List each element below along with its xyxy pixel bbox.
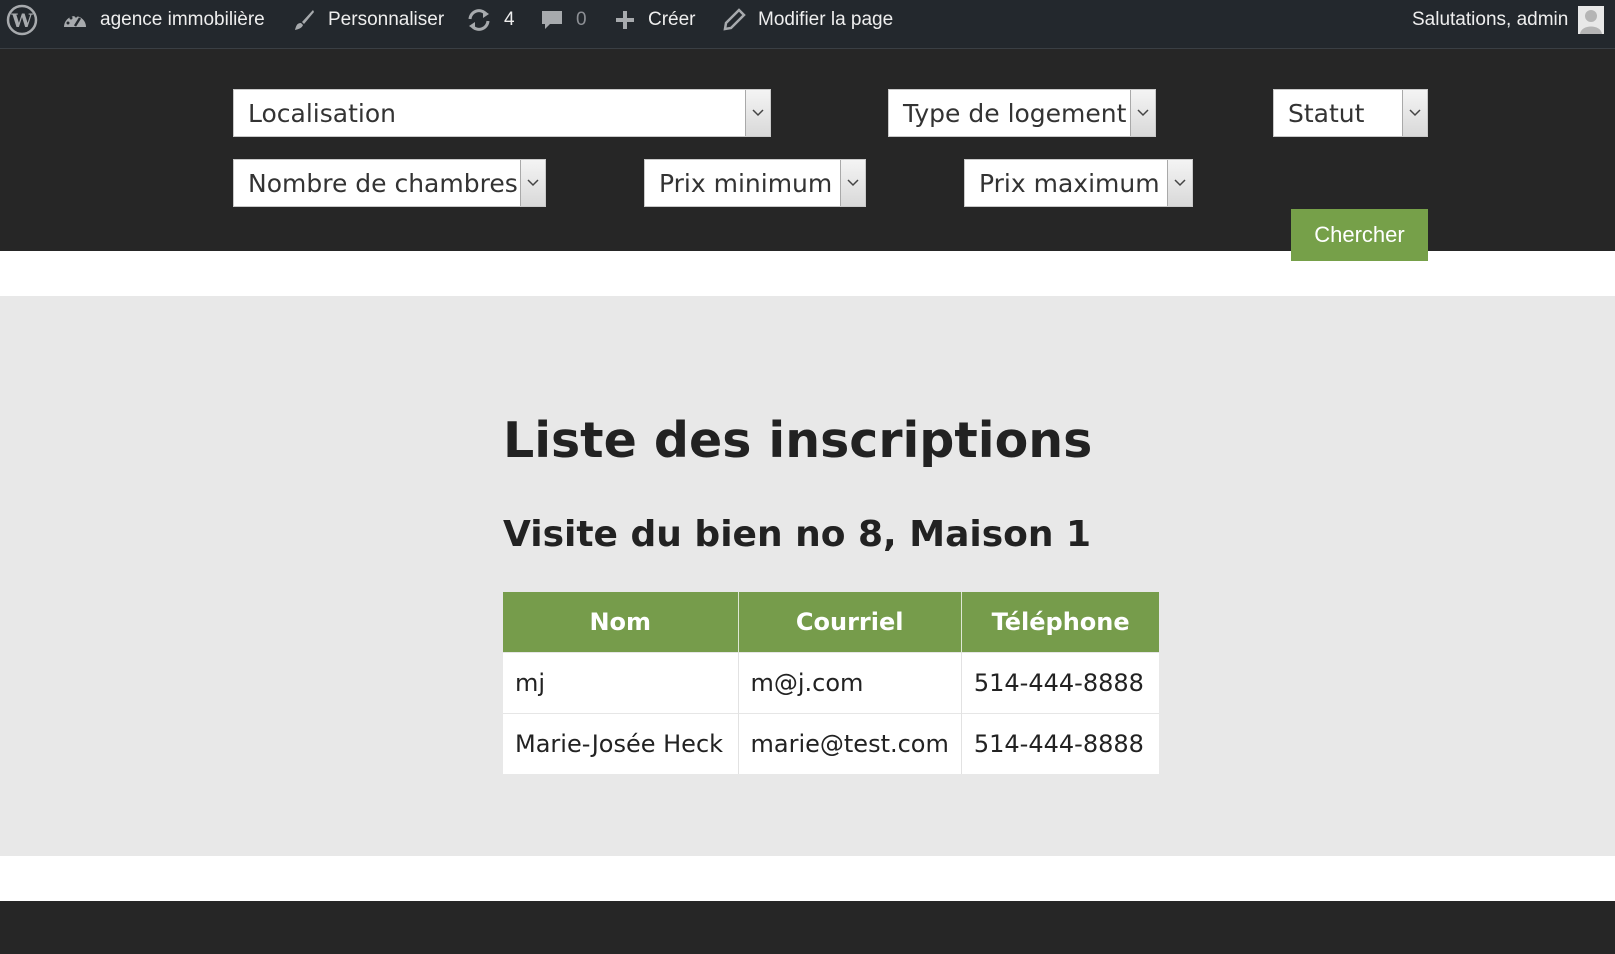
new-content-label: Créer — [648, 9, 696, 30]
table-row: Marie-Josée Heck marie@test.com 514-444-… — [503, 712, 1160, 774]
page-title: Liste des inscriptions — [503, 412, 1093, 469]
max-price-select[interactable]: Prix maximum — [964, 159, 1193, 207]
location-select[interactable]: Localisation — [233, 89, 771, 137]
cell-email: marie@test.com — [738, 712, 962, 774]
bedrooms-select[interactable]: Nombre de chambres — [233, 159, 546, 207]
site-name-link[interactable]: agence immobilière — [62, 0, 265, 40]
min-price-select-label: Prix minimum — [659, 168, 833, 198]
chevron-down-icon — [1402, 90, 1427, 136]
column-header-name: Nom — [503, 592, 739, 652]
new-content-link[interactable]: Créer — [614, 0, 696, 40]
location-select-label: Localisation — [248, 98, 396, 128]
svg-text:W: W — [10, 10, 33, 32]
column-header-email: Courriel — [738, 592, 962, 652]
search-button[interactable]: Chercher — [1291, 209, 1428, 261]
cell-email: m@j.com — [738, 651, 962, 713]
table-row: mj m@j.com 514-444-8888 — [503, 651, 1160, 713]
updates-link[interactable]: 4 — [466, 0, 515, 40]
my-account-menu[interactable]: Salutations, admin — [1412, 0, 1605, 40]
avatar-icon — [1578, 6, 1605, 34]
edit-page-label: Modifier la page — [758, 9, 894, 30]
pencil-icon — [722, 8, 746, 32]
edit-page-link[interactable]: Modifier la page — [722, 0, 893, 40]
property-type-select-label: Type de logement — [903, 98, 1127, 128]
cell-phone: 514-444-8888 — [961, 712, 1160, 774]
chevron-down-icon — [1130, 90, 1155, 136]
dashboard-icon — [62, 9, 88, 31]
plus-icon — [614, 9, 636, 31]
comment-icon — [540, 8, 564, 32]
chevron-down-icon — [520, 160, 545, 206]
column-header-phone: Téléphone — [961, 592, 1160, 652]
comments-count: 0 — [576, 9, 587, 30]
table-header-row: Nom Courriel Téléphone — [503, 592, 1160, 652]
search-header: Localisation Type de logement Statut Nom… — [0, 49, 1615, 261]
comments-link[interactable]: 0 — [540, 0, 587, 40]
status-select-label: Statut — [1288, 98, 1365, 128]
wordpress-logo-icon: W — [6, 4, 38, 36]
max-price-select-label: Prix maximum — [979, 168, 1160, 198]
greeting-label: Salutations, admin — [1412, 9, 1569, 30]
cell-phone: 514-444-8888 — [961, 651, 1160, 713]
wordpress-menu[interactable]: W — [6, 0, 38, 40]
registrations-table: Nom Courriel Téléphone mj m@j.com 514-44… — [503, 592, 1160, 774]
chevron-down-icon — [745, 90, 770, 136]
property-type-select[interactable]: Type de logement — [888, 89, 1156, 137]
chevron-down-icon — [840, 160, 865, 206]
min-price-select[interactable]: Prix minimum — [644, 159, 866, 207]
updates-count: 4 — [504, 9, 515, 30]
bedrooms-select-label: Nombre de chambres — [248, 168, 518, 198]
content-area: Liste des inscriptions Visite du bien no… — [0, 296, 1615, 856]
refresh-icon — [466, 8, 492, 32]
status-select[interactable]: Statut — [1273, 89, 1428, 137]
cell-name: mj — [503, 651, 739, 713]
customize-link[interactable]: Personnaliser — [292, 0, 444, 40]
brush-icon — [292, 8, 316, 32]
chevron-down-icon — [1167, 160, 1192, 206]
customize-label: Personnaliser — [328, 9, 445, 30]
site-name-label: agence immobilière — [100, 9, 265, 30]
cell-name: Marie-Josée Heck — [503, 712, 739, 774]
site-footer — [0, 901, 1615, 954]
visit-subtitle: Visite du bien no 8, Maison 1 — [503, 514, 1092, 555]
admin-bar: W agence immobilière Personnaliser 4 0 C… — [0, 0, 1615, 49]
